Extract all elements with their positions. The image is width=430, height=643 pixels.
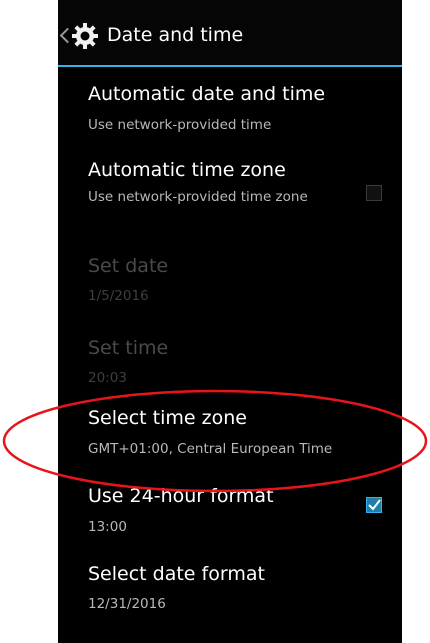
automatic-time-zone-checkbox[interactable] xyxy=(366,185,382,201)
item-automatic-date-time[interactable]: Automatic date and time Use network-prov… xyxy=(58,67,402,143)
item-summary: GMT+01:00, Central European Time xyxy=(88,441,333,457)
item-label: Select time zone xyxy=(88,407,247,429)
item-summary: Use network-provided time xyxy=(88,117,272,133)
action-bar[interactable]: Date and time xyxy=(58,0,402,67)
item-label: Set time xyxy=(88,337,169,359)
item-use-24-hour-format[interactable]: Use 24-hour format 13:00 xyxy=(58,477,402,557)
item-label: Set date xyxy=(88,255,169,277)
item-set-time: Set time 20:03 xyxy=(58,323,402,401)
page-title: Date and time xyxy=(107,24,244,46)
item-select-time-zone[interactable]: Select time zone GMT+01:00, Central Euro… xyxy=(58,401,402,477)
gear-icon xyxy=(72,23,98,49)
item-summary: 12/31/2016 xyxy=(88,596,166,612)
item-label: Use 24-hour format xyxy=(88,485,274,507)
item-summary: 1/5/2016 xyxy=(88,288,149,304)
item-select-date-format[interactable]: Select date format 12/31/2016 xyxy=(58,557,402,637)
item-label: Select date format xyxy=(88,563,265,585)
item-summary: Use network-provided time zone xyxy=(88,189,308,205)
item-summary: 13:00 xyxy=(88,519,127,535)
item-automatic-time-zone[interactable]: Automatic time zone Use network-provided… xyxy=(58,143,402,241)
item-label: Automatic date and time xyxy=(88,83,326,105)
item-label: Automatic time zone xyxy=(88,159,286,181)
checkmark-icon xyxy=(368,499,381,511)
item-set-date: Set date 1/5/2016 xyxy=(58,241,402,323)
use-24-hour-format-checkbox[interactable] xyxy=(366,497,382,513)
item-summary: 20:03 xyxy=(88,370,127,386)
android-screen: Date and time Automatic date and time Us… xyxy=(58,0,402,643)
